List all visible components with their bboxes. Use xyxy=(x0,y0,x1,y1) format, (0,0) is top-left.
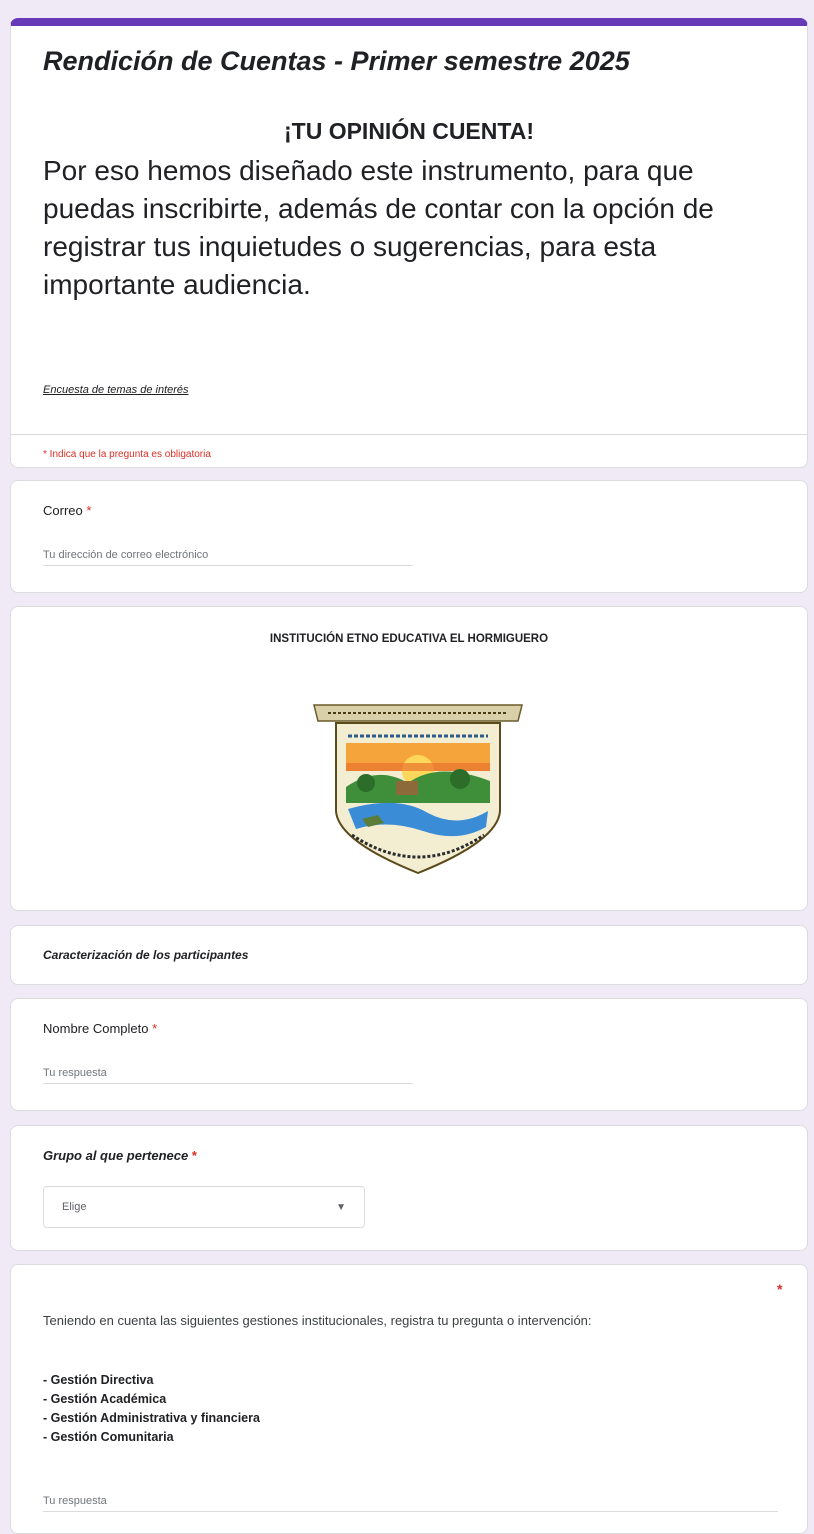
required-asterisk: * xyxy=(777,1281,783,1297)
dropdown-caret-icon: ▼ xyxy=(336,1201,346,1213)
required-note: * Indica que la pregunta es obligatoria xyxy=(43,449,211,460)
email-field[interactable] xyxy=(43,545,413,566)
divider xyxy=(11,434,807,435)
form-slogan: ¡TU OPINIÓN CUENTA! xyxy=(283,118,534,144)
required-asterisk: * xyxy=(191,1148,197,1163)
email-label: Correo * xyxy=(43,503,91,518)
form-title: Rendición de Cuentas - Primer semestre 2… xyxy=(43,46,630,76)
group-select-value: Elige xyxy=(62,1201,87,1213)
school-crest-image xyxy=(313,704,523,875)
required-asterisk: * xyxy=(152,1021,158,1036)
full-name-field[interactable] xyxy=(43,1063,413,1084)
group-question-card: Grupo al que pertenece * Elige ▼ xyxy=(10,1125,808,1251)
required-asterisk: * xyxy=(86,503,92,518)
form-header-card: Rendición de Cuentas - Primer semestre 2… xyxy=(10,18,808,468)
question-description: Teniendo en cuenta las siguientes gestio… xyxy=(43,1313,592,1328)
group-label: Grupo al que pertenece * xyxy=(43,1148,197,1163)
name-question-card: Nombre Completo * xyxy=(10,998,808,1111)
email-label-text: Correo xyxy=(43,503,83,518)
section-header-card: Caracterización de los participantes xyxy=(10,925,808,985)
group-select[interactable]: Elige ▼ xyxy=(43,1186,365,1228)
list-item: - Gestión Académica xyxy=(43,1392,167,1406)
name-label-text: Nombre Completo xyxy=(43,1021,149,1036)
management-list: - Gestión Directiva - Gestión Académica … xyxy=(43,1371,260,1447)
management-question-card: * Teniendo en cuenta las siguientes gest… xyxy=(10,1264,808,1534)
section-title: Caracterización de los participantes xyxy=(43,948,249,962)
form-description: Por eso hemos diseñado este instrumento,… xyxy=(43,155,714,300)
question-answer-field[interactable] xyxy=(43,1491,778,1512)
list-item: - Gestión Administrativa y financiera xyxy=(43,1411,260,1425)
group-label-text: Grupo al que pertenece xyxy=(43,1148,189,1163)
list-item: - Gestión Comunitaria xyxy=(43,1430,174,1444)
school-name: INSTITUCIÓN ETNO EDUCATIVA EL HORMIGUERO xyxy=(269,633,549,645)
list-item: - Gestión Directiva xyxy=(43,1373,154,1387)
email-question-card: Correo * xyxy=(10,480,808,593)
name-label: Nombre Completo * xyxy=(43,1021,157,1036)
school-image-card: INSTITUCIÓN ETNO EDUCATIVA EL HORMIGUERO xyxy=(10,606,808,911)
survey-link[interactable]: Encuesta de temas de interés xyxy=(43,384,189,396)
